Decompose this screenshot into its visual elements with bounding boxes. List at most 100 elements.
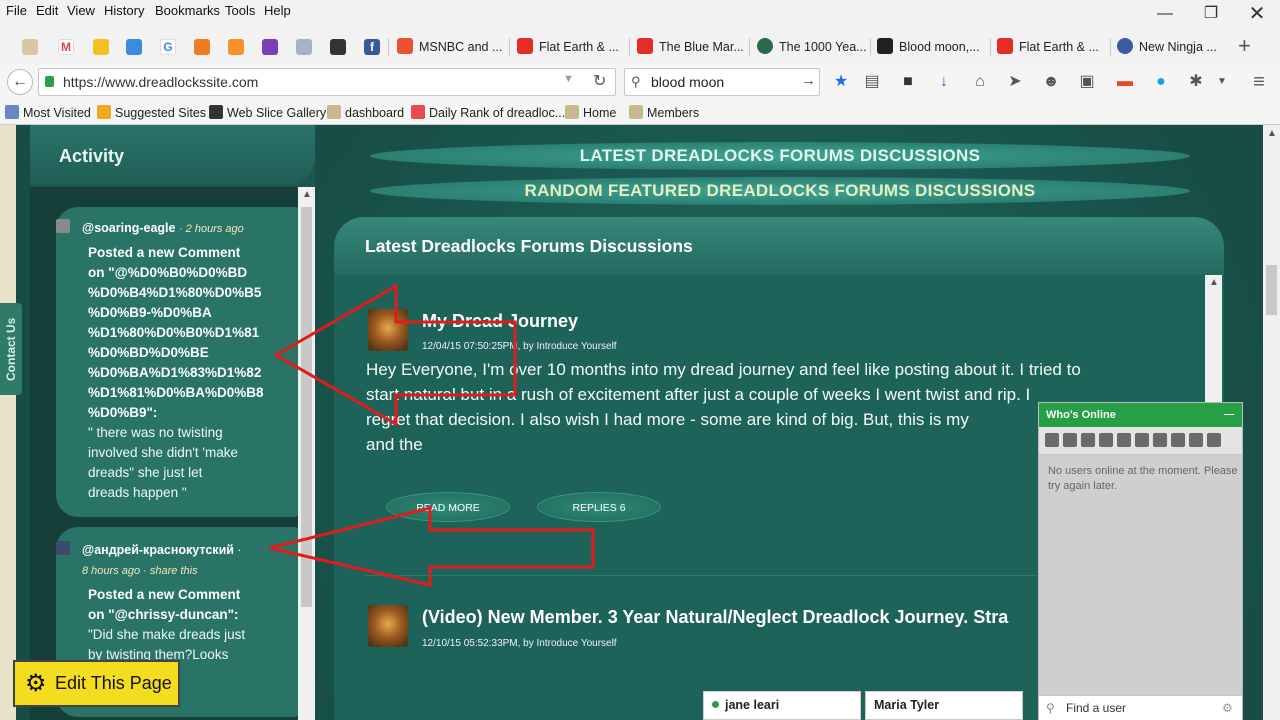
bookmark-suggested-sites[interactable]: Suggested Sites: [97, 105, 206, 120]
tab-random-featured[interactable]: RANDOM FEATURED DREADLOCKS FORUMS DISCUS…: [370, 177, 1190, 205]
emoji-icon[interactable]: ☻: [1041, 72, 1061, 92]
restore-icon[interactable]: ❐: [1188, 0, 1234, 28]
lion-avatar[interactable]: [368, 605, 408, 647]
minimize-widget-button[interactable]: —: [1224, 403, 1234, 427]
new-tab-icon[interactable]: +: [1238, 33, 1251, 59]
extension-icon-2[interactable]: ✱: [1186, 72, 1206, 92]
tab-msnbc[interactable]: MSNBC and ...: [397, 33, 507, 61]
google-icon[interactable]: G: [160, 39, 176, 55]
tab-icon[interactable]: [194, 39, 210, 55]
chat-icon[interactable]: [1063, 433, 1077, 447]
activity-user-link[interactable]: @soaring-eagle: [82, 221, 175, 235]
home-icon[interactable]: [1045, 433, 1059, 447]
tab-icon[interactable]: [330, 39, 346, 55]
reading-list-icon[interactable]: ▤: [862, 72, 882, 92]
bookmark-daily-rank[interactable]: Daily Rank of dreadloc...: [411, 105, 565, 120]
url-bar[interactable]: https://www.dreadlockssite.com ▼ ↻: [38, 68, 616, 96]
home-icon[interactable]: ⌂: [970, 72, 990, 92]
activity-link-line[interactable]: %D0%BA%D1%83%D1%82: [88, 365, 261, 380]
edit-this-page-button[interactable]: ⚙ Edit This Page: [13, 660, 180, 707]
scroll-up-icon[interactable]: ▲: [302, 189, 312, 200]
search-bar[interactable]: ⚲ blood moon →: [624, 68, 820, 96]
post-title-link[interactable]: My Dread Journey: [422, 311, 578, 332]
post-author-link[interactable]: Introduce Yourself: [537, 638, 617, 649]
activity-link-line[interactable]: on "@%D0%B0%D0%BD: [88, 265, 247, 280]
tab-flat-earth[interactable]: Flat Earth & ...: [517, 33, 627, 61]
tab-flat-earth-2[interactable]: Flat Earth & ...: [997, 33, 1109, 61]
chat-bubble-icon[interactable]: [1135, 433, 1149, 447]
scroll-thumb[interactable]: [1266, 265, 1277, 315]
upload-icon[interactable]: [1207, 433, 1221, 447]
tab-1000-yea[interactable]: The 1000 Yea...: [757, 33, 869, 61]
overflow-dropdown-icon[interactable]: ▼: [1212, 72, 1232, 92]
text-icon[interactable]: [1153, 433, 1167, 447]
menu-help[interactable]: Help: [264, 3, 291, 18]
url-dropdown-icon[interactable]: ▼: [563, 73, 574, 85]
post-title-link[interactable]: (Video) New Member. 3 Year Natural/Negle…: [422, 607, 1042, 628]
facebook-icon[interactable]: [1189, 433, 1203, 447]
menu-view[interactable]: View: [67, 3, 95, 18]
menu-edit[interactable]: Edit: [36, 3, 58, 18]
search-input[interactable]: blood moon: [651, 74, 724, 90]
activity-user-link[interactable]: @андрей-краснокутский: [82, 543, 234, 557]
tab-icon[interactable]: [262, 39, 278, 55]
share-icon[interactable]: [1171, 433, 1185, 447]
scroll-thumb[interactable]: [301, 207, 312, 607]
search-go-icon[interactable]: →: [801, 72, 816, 89]
find-user-bar[interactable]: ⚲ Find a user ⚙: [1039, 695, 1242, 720]
download-icon[interactable]: ↓: [934, 72, 954, 92]
activity-link-line[interactable]: %D0%BD%D0%BE: [88, 345, 209, 360]
gear-icon[interactable]: ⚙: [1222, 696, 1233, 720]
menu-bookmarks[interactable]: Bookmarks: [155, 3, 220, 18]
facebook-icon[interactable]: f: [364, 39, 380, 55]
menu-tools[interactable]: Tools: [225, 3, 255, 18]
settings-icon[interactable]: [1099, 433, 1113, 447]
read-more-button[interactable]: READ MORE: [386, 492, 510, 522]
back-icon[interactable]: ←: [7, 69, 33, 95]
announce-icon[interactable]: [1081, 433, 1095, 447]
broadcast-icon[interactable]: [1117, 433, 1131, 447]
activity-link-line[interactable]: %D0%B4%D1%80%D0%B5: [88, 285, 261, 300]
dreadlocks-tab-icon[interactable]: [22, 39, 38, 55]
activity-scrollbar[interactable]: ▲: [298, 187, 315, 720]
chat-user-tab[interactable]: Maria Tyler: [865, 691, 1023, 720]
menu-file[interactable]: File: [6, 3, 27, 18]
activity-link-line[interactable]: %D1%81%D0%BA%D0%B8: [88, 385, 264, 400]
replies-button[interactable]: REPLIES 6: [537, 492, 661, 522]
tab-blue-mar[interactable]: The Blue Mar...: [637, 33, 747, 61]
tab-icon[interactable]: [126, 39, 142, 55]
bookmark-star-icon[interactable]: ★: [831, 72, 851, 92]
activity-link-line[interactable]: %D1%80%D0%B0%D1%81: [88, 325, 259, 340]
chat-user-tab[interactable]: jane leari: [703, 691, 861, 720]
scroll-up-icon[interactable]: ▲: [1209, 277, 1219, 288]
avatar[interactable]: [56, 541, 70, 555]
avatar[interactable]: [56, 219, 70, 233]
tab-blood-moon[interactable]: Blood moon,...: [877, 33, 989, 61]
page-scrollbar[interactable]: ▲: [1263, 125, 1280, 720]
hamburger-menu-icon[interactable]: ≡: [1249, 72, 1269, 92]
minimize-icon[interactable]: —: [1142, 0, 1188, 28]
tab-icon[interactable]: [228, 39, 244, 55]
tab-icon[interactable]: [296, 39, 312, 55]
post-author-link[interactable]: Introduce Yourself: [537, 341, 617, 352]
extension-icon[interactable]: ▬: [1115, 72, 1135, 92]
activity-link-line[interactable]: %D0%B9-%D0%BA: [88, 305, 212, 320]
skype-icon[interactable]: ●: [1151, 72, 1171, 92]
menu-history[interactable]: History: [104, 3, 144, 18]
tab-new-ningja[interactable]: New Ningja ...: [1117, 33, 1229, 61]
gmail-icon[interactable]: M: [58, 39, 74, 55]
bookmark-home[interactable]: Home: [565, 105, 616, 120]
bookmark-web-slice[interactable]: Web Slice Gallery: [209, 105, 326, 120]
screenshot-icon[interactable]: ▣: [1077, 72, 1097, 92]
contact-us-tab[interactable]: Contact Us: [0, 303, 22, 395]
tab-latest-discussions[interactable]: LATEST DREADLOCKS FORUMS DISCUSSIONS: [370, 142, 1190, 170]
scroll-up-icon[interactable]: ▲: [1267, 128, 1277, 139]
close-icon[interactable]: ✕: [1234, 0, 1280, 28]
lion-avatar[interactable]: [368, 309, 408, 351]
tab-icon[interactable]: [93, 39, 109, 55]
bookmark-members[interactable]: Members: [629, 105, 699, 120]
activity-link-line[interactable]: on "@chrissy-duncan":: [88, 607, 238, 622]
activity-link-line[interactable]: %D0%B9":: [88, 405, 157, 420]
pocket-icon[interactable]: ■: [898, 72, 918, 92]
bookmark-dashboard[interactable]: dashboard: [327, 105, 404, 120]
